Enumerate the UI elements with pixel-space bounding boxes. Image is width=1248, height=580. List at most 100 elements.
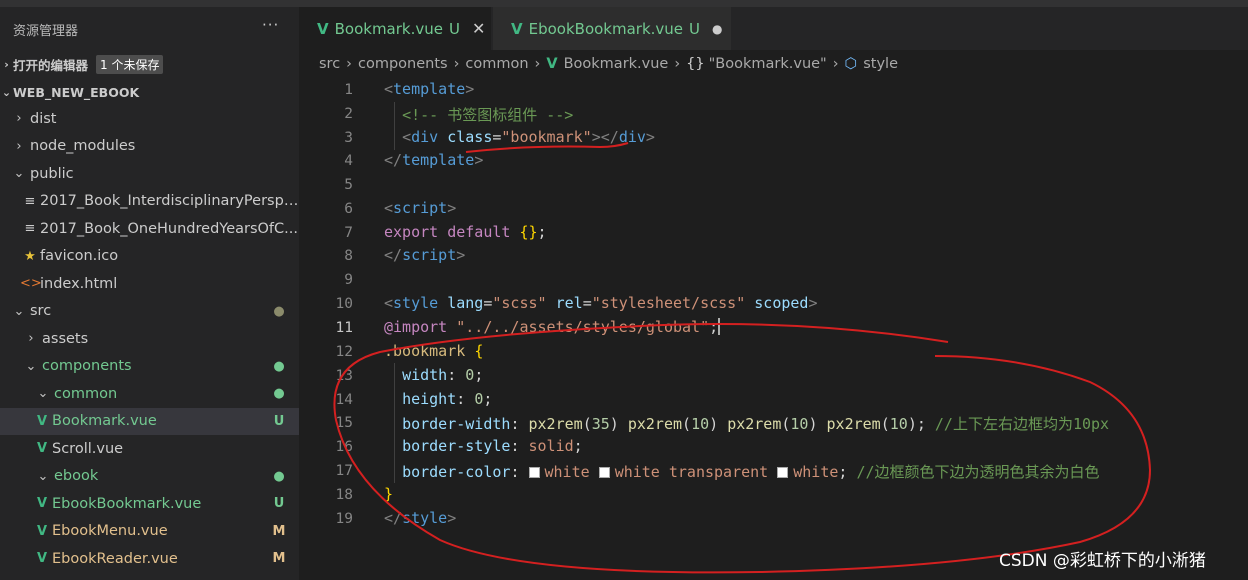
line-number: 5 — [344, 177, 353, 193]
code-editor[interactable]: 1 2 3 4 5 6 7 8 9 10 11 12 13 14 15 16 17 18 19 <template>… — [299, 78, 1248, 580]
tree-file[interactable]: V EbookBookmark.vue U — [0, 490, 299, 517]
tree-folder[interactable]: › dist — [0, 105, 299, 132]
code-line-1: <template> — [384, 80, 475, 98]
breadcrumb-item[interactable]: common — [465, 56, 528, 72]
code-line-16: border-style: solid; — [402, 437, 583, 455]
tree-file[interactable]: V Bookmark.vue U — [0, 407, 299, 435]
breadcrumb-item[interactable]: Bookmark.vue — [564, 56, 669, 72]
vue-icon: V — [36, 413, 48, 429]
line-number: 12 — [335, 344, 353, 360]
tree-file[interactable]: V EbookReader.vue M — [0, 545, 299, 572]
open-editors-section[interactable]: › 打开的编辑器 1 个未保存 — [0, 53, 299, 75]
tree-item-label: EbookMenu.vue — [52, 523, 168, 539]
chevron-down-icon: ⌄ — [25, 358, 37, 374]
tab-label: Bookmark.vue — [334, 19, 443, 38]
tree-folder[interactable]: ⌄ public — [0, 160, 299, 187]
tree-item-label: components — [42, 358, 132, 374]
unsaved-badge: 1 个未保存 — [96, 54, 164, 74]
code-line-6: <script> — [384, 199, 457, 217]
tree-item-label: favicon.ico — [40, 248, 119, 264]
vue-icon: V — [36, 441, 48, 456]
tree-file[interactable]: ★ favicon.ico — [0, 243, 299, 270]
code-line-15: border-width: px2rem(35) px2rem(10) px2r… — [402, 415, 1110, 433]
breadcrumb-item[interactable]: style — [863, 56, 898, 72]
git-status-badge: U — [273, 496, 285, 511]
line-number: 11 — [335, 320, 353, 336]
tree-file[interactable]: ≡ 2017_Book_InterdisciplinaryPerspe... — [0, 188, 299, 215]
line-number: 2 — [344, 106, 353, 122]
tree-item-label: dist — [30, 110, 57, 127]
git-status-badge: ● — [273, 468, 285, 484]
line-number: 4 — [344, 153, 353, 169]
workspace-label: WEB_NEW_EBOOK — [13, 84, 140, 100]
title-bar-strip — [0, 0, 299, 7]
close-icon[interactable]: ✕ — [472, 19, 485, 38]
chevron-down-icon: ⌄ — [13, 166, 25, 181]
line-number: 16 — [335, 439, 353, 455]
chevron-right-icon: › — [674, 56, 681, 72]
code-line-11: @import "../../assets/styles/global"; — [384, 318, 721, 336]
tree-file[interactable]: V Scroll.vue — [0, 435, 299, 462]
title-bar-strip — [299, 0, 1248, 7]
tab-git-status: U — [689, 19, 701, 38]
tree-folder[interactable]: › assets — [0, 325, 299, 352]
code-line-2: <!-- 书签图标组件 --> — [402, 106, 574, 124]
tree-item-label: assets — [42, 330, 89, 347]
line-number: 17 — [335, 463, 353, 479]
more-actions-icon[interactable]: ··· — [262, 16, 279, 34]
chevron-down-icon: ⌄ — [13, 303, 25, 319]
chevron-down-icon: ⌄ — [37, 468, 49, 484]
unsaved-dot-icon[interactable]: ● — [712, 22, 722, 36]
tree-folder[interactable]: ⌄ components ● — [0, 353, 299, 380]
line-number: 15 — [335, 415, 353, 431]
tab-bookmark-vue[interactable]: V Bookmark.vue U ✕ — [299, 7, 491, 50]
breadcrumb-item[interactable]: components — [358, 56, 448, 72]
color-swatch[interactable] — [777, 467, 789, 478]
line-number: 13 — [335, 368, 353, 384]
git-status-badge: ● — [273, 386, 285, 401]
tab-label: EbookBookmark.vue — [528, 19, 684, 38]
tree-folder[interactable]: › node_modules — [0, 133, 299, 160]
explorer-sidebar: 资源管理器 ··· › 打开的编辑器 1 个未保存 ⌄ WEB_NEW_EBOO… — [0, 0, 299, 580]
color-swatch[interactable] — [528, 467, 540, 478]
tree-item-label: EbookBookmark.vue — [52, 495, 202, 512]
code-line-3: <div class="bookmark"></div> — [402, 128, 655, 146]
git-status-badge: M — [272, 523, 286, 539]
tab-ebookbookmark-vue[interactable]: V EbookBookmark.vue U ● — [493, 7, 731, 50]
tree-folder[interactable]: ⌄ src ● — [0, 298, 299, 325]
vue-icon: V — [36, 496, 48, 511]
tree-item-label: index.html — [40, 275, 118, 292]
text-cursor — [718, 318, 721, 335]
workspace-section[interactable]: ⌄ WEB_NEW_EBOOK — [0, 81, 299, 103]
tree-item-label: EbookReader.vue — [52, 550, 178, 567]
vue-icon: V — [36, 523, 48, 539]
line-number: 3 — [344, 130, 353, 146]
chevron-down-icon: ⌄ — [37, 386, 49, 401]
editor-tabs: V Bookmark.vue U ✕ V EbookBookmark.vue U… — [299, 0, 1248, 50]
star-icon: ★ — [24, 248, 36, 264]
line-number: 19 — [335, 511, 353, 527]
tree-item-label: src — [30, 303, 52, 319]
tree-file[interactable]: ≡ 2017_Book_OneHundredYearsOfC... — [0, 215, 299, 242]
chevron-right-icon: › — [346, 56, 352, 72]
line-number: 10 — [335, 296, 353, 312]
vue-icon: V — [36, 551, 48, 566]
tree-item-label: Scroll.vue — [52, 440, 124, 457]
vue-icon: V — [317, 19, 329, 38]
chevron-down-icon: ⌄ — [1, 85, 12, 99]
explorer-title: 资源管理器 — [13, 24, 79, 39]
line-number: 7 — [344, 225, 353, 241]
color-swatch[interactable] — [598, 467, 610, 478]
chevron-right-icon: › — [28, 331, 34, 346]
code-line-14: height: 0; — [402, 390, 493, 408]
chevron-right-icon: › — [832, 56, 839, 72]
tree-file[interactable]: <> index.html — [0, 270, 299, 297]
tree-folder[interactable]: ⌄ ebook ● — [0, 463, 299, 490]
chevron-right-icon: › — [16, 111, 22, 126]
tree-folder[interactable]: ⌄ common ● — [0, 380, 299, 407]
breadcrumb-item[interactable]: "Bookmark.vue" — [709, 56, 827, 72]
breadcrumb: src › components › common › V Bookmark.v… — [299, 50, 1248, 78]
breadcrumb-item[interactable]: src — [319, 56, 340, 72]
list-icon: ≡ — [24, 221, 36, 236]
tree-file[interactable]: V EbookMenu.vue M — [0, 518, 299, 545]
